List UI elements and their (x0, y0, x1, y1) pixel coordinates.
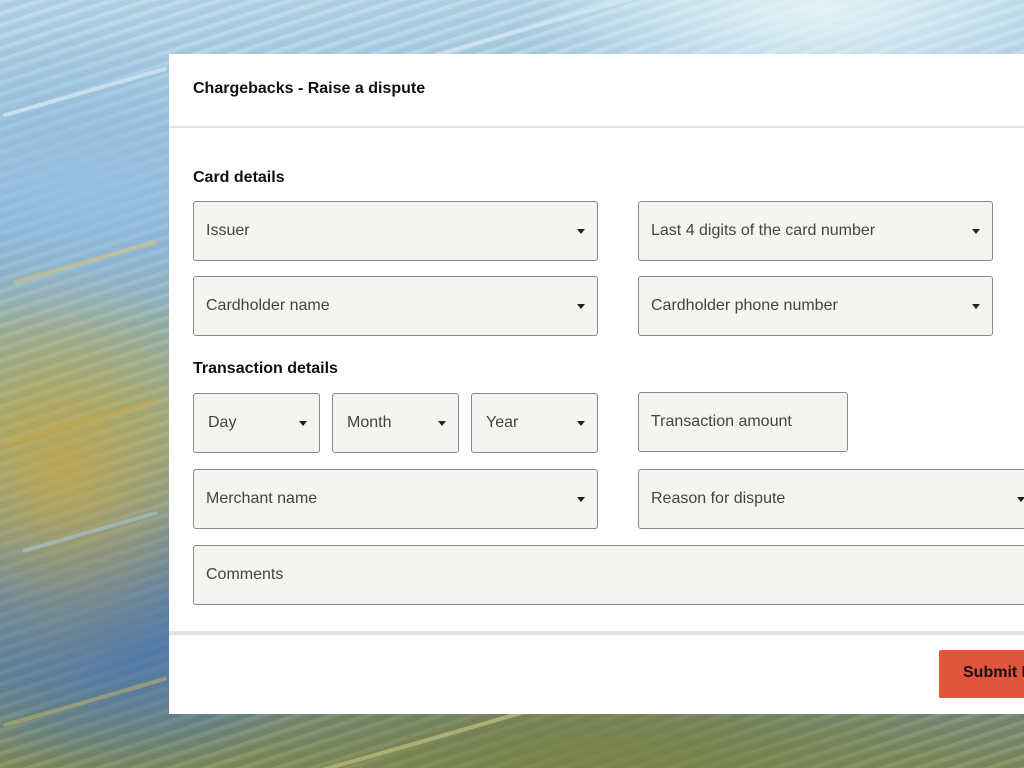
comments-input[interactable]: Comments (193, 545, 1024, 605)
dialog-header: Chargebacks - Raise a dispute (169, 54, 1024, 128)
cardholder-name-select[interactable]: Cardholder name (193, 276, 598, 336)
transaction-amount-label: Transaction amount (651, 413, 792, 430)
last4-digits-select[interactable]: Last 4 digits of the card number (638, 201, 993, 261)
cardholder-name-label: Cardholder name (206, 297, 330, 314)
reason-for-dispute-label: Reason for dispute (651, 490, 786, 507)
reason-for-dispute-select[interactable]: Reason for dispute (638, 469, 1024, 529)
footer-divider (169, 631, 1024, 635)
submit-button-label: Submit Dispute (963, 664, 1024, 681)
merchant-name-select[interactable]: Merchant name (193, 469, 598, 529)
dialog-title: Chargebacks - Raise a dispute (193, 80, 426, 97)
caret-down-icon (1017, 497, 1024, 502)
caret-down-icon (577, 421, 585, 426)
comments-label: Comments (206, 566, 284, 583)
card-details-heading: Card details (193, 169, 285, 186)
caret-down-icon (438, 421, 446, 426)
month-select[interactable]: Month (332, 393, 459, 453)
last4-digits-label: Last 4 digits of the card number (651, 222, 876, 239)
transaction-amount-input[interactable]: Transaction amount (638, 392, 848, 452)
caret-down-icon (972, 304, 980, 309)
issuer-select[interactable]: Issuer (193, 201, 598, 261)
cardholder-phone-label: Cardholder phone number (651, 297, 838, 314)
caret-down-icon (577, 497, 585, 502)
day-select[interactable]: Day (193, 393, 320, 453)
cardholder-phone-select[interactable]: Cardholder phone number (638, 276, 993, 336)
submit-dispute-button[interactable]: Submit Dispute (939, 650, 1024, 698)
merchant-name-label: Merchant name (206, 490, 318, 507)
year-select[interactable]: Year (471, 393, 598, 453)
transaction-details-heading: Transaction details (193, 360, 338, 377)
issuer-label: Issuer (206, 222, 250, 239)
caret-down-icon (299, 421, 307, 426)
month-label: Month (347, 414, 392, 431)
caret-down-icon (972, 229, 980, 234)
year-label: Year (486, 414, 519, 431)
caret-down-icon (577, 304, 585, 309)
day-label: Day (208, 414, 237, 431)
dispute-dialog: Chargebacks - Raise a dispute Card detai… (169, 54, 1024, 714)
caret-down-icon (577, 229, 585, 234)
